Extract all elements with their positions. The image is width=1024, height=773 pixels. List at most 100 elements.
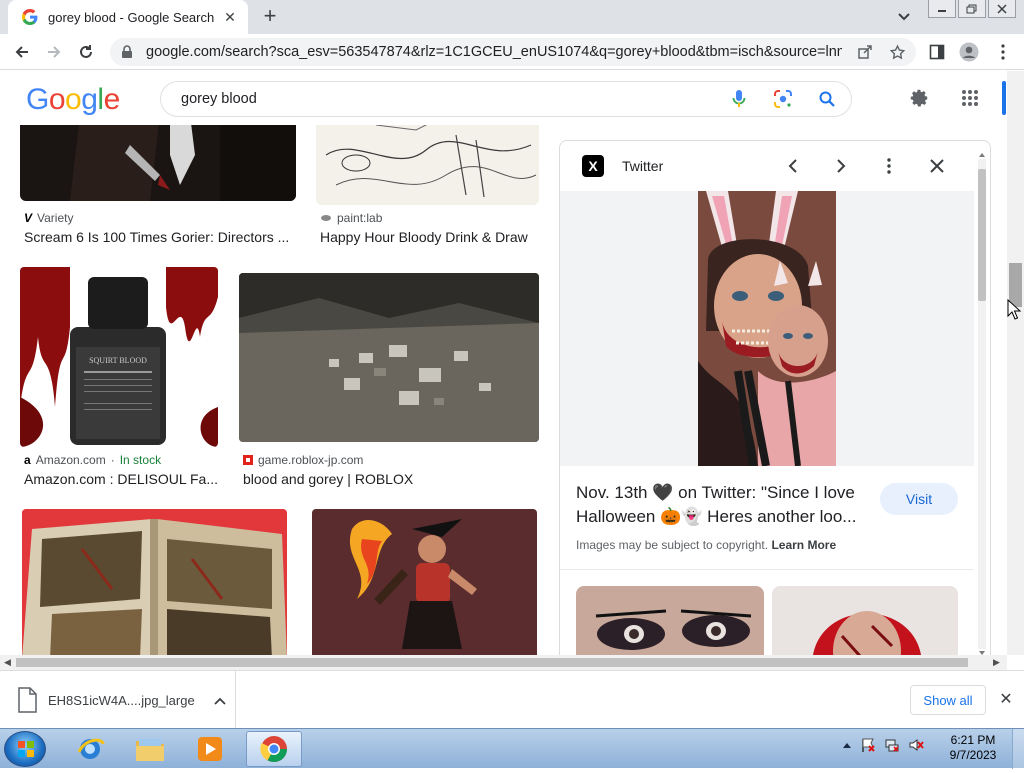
taskbar-internet-explorer[interactable]	[62, 731, 118, 767]
media-player-icon	[198, 737, 222, 761]
source-separator: ·	[110, 453, 115, 467]
x-twitter-logo-icon[interactable]: X	[582, 155, 604, 177]
google-lens-icon	[774, 90, 792, 108]
source-label: game.roblox-jp.com	[258, 453, 364, 467]
browser-tab[interactable]: gorey blood - Google Search ✕	[8, 0, 248, 34]
close-preview-button[interactable]	[926, 155, 948, 177]
roblox-logo-icon	[243, 455, 253, 465]
url-text[interactable]: google.com/search?sca_esv=563547874&rlz=…	[146, 44, 842, 60]
chevron-right-icon	[837, 159, 846, 173]
page-horizontal-scrollbar[interactable]: ◀ ▶	[0, 655, 1007, 670]
tab-search-chevron-icon[interactable]	[894, 8, 914, 26]
search-box[interactable]: gorey blood	[160, 81, 852, 117]
account-avatar-edge[interactable]	[1002, 81, 1006, 115]
close-download-bar-button[interactable]: ✕	[996, 689, 1016, 709]
result-source-variety[interactable]: V Variety	[24, 211, 73, 225]
result-thumbnail-squirt-blood[interactable]: SQUIRT BLOOD	[20, 267, 218, 447]
forward-button[interactable]	[44, 42, 64, 62]
taskbar-clock[interactable]: 6:21 PM 9/7/2023	[944, 733, 1002, 763]
panel-site-name[interactable]: Twitter	[622, 158, 663, 174]
back-button[interactable]	[12, 42, 32, 62]
horizontal-scroll-thumb[interactable]	[16, 658, 968, 667]
minimize-button[interactable]	[928, 0, 956, 18]
related-red-hood-image	[772, 586, 958, 655]
open-book-image	[22, 509, 287, 655]
paintlab-logo-icon	[321, 215, 331, 221]
volume-muted-icon[interactable]	[908, 737, 924, 753]
result-caption-roblox[interactable]: blood and gorey | ROBLOX	[243, 471, 539, 487]
download-item[interactable]: EH8S1icW4A....jpg_large	[0, 671, 236, 729]
reload-icon	[80, 45, 92, 58]
search-button[interactable]	[815, 87, 839, 111]
action-center-flag-icon[interactable]	[860, 737, 876, 753]
file-icon	[18, 687, 37, 713]
related-eye-makeup-image	[576, 586, 764, 655]
internet-explorer-icon	[77, 738, 105, 759]
scroll-left-arrow-icon[interactable]: ◀	[4, 657, 11, 668]
star-icon	[889, 43, 905, 59]
lock-icon[interactable]	[120, 45, 134, 59]
preview-image[interactable]	[698, 191, 836, 466]
lens-search-button[interactable]	[771, 87, 795, 111]
share-button[interactable]	[856, 43, 874, 61]
google-apps-button[interactable]	[958, 86, 982, 110]
new-tab-button[interactable]: +	[258, 5, 282, 28]
result-thumbnail-scream[interactable]	[20, 125, 296, 201]
visit-button[interactable]: Visit	[880, 483, 958, 515]
address-bar[interactable]: google.com/search?sca_esv=563547874&rlz=…	[110, 38, 916, 66]
network-icon[interactable]	[884, 737, 900, 753]
google-header: Google gorey blood	[0, 71, 1008, 125]
restore-button[interactable]	[958, 0, 986, 18]
download-options-button[interactable]	[205, 693, 235, 708]
panel-scrollbar[interactable]	[976, 151, 988, 655]
start-button[interactable]	[4, 731, 46, 767]
result-thumbnail-paintlab[interactable]	[316, 125, 539, 205]
bookmark-star-button[interactable]	[888, 43, 906, 61]
google-favicon-icon	[22, 9, 38, 25]
show-all-downloads-button[interactable]: Show all	[910, 685, 986, 715]
result-thumbnail-figure[interactable]	[312, 509, 537, 655]
search-input[interactable]: gorey blood	[181, 91, 707, 107]
voice-search-button[interactable]	[727, 87, 751, 111]
scroll-up-arrow-icon[interactable]	[976, 151, 988, 159]
show-desktop-button[interactable]	[1012, 729, 1024, 769]
microphone-icon	[732, 90, 746, 107]
google-logo[interactable]: Google	[26, 83, 120, 117]
page-vertical-scrollbar[interactable]	[1007, 71, 1024, 655]
variety-logo-icon: V	[24, 211, 33, 225]
result-source-amazon[interactable]: a Amazon.com · In stock	[24, 453, 161, 467]
profile-button[interactable]	[959, 42, 979, 62]
previous-image-button[interactable]	[782, 155, 804, 177]
scroll-right-arrow-icon[interactable]: ▶	[993, 657, 1000, 668]
tab-close-icon[interactable]: ✕	[222, 9, 238, 26]
related-image-2[interactable]	[772, 586, 958, 655]
more-options-button[interactable]	[878, 155, 900, 177]
reload-button[interactable]	[76, 42, 96, 62]
result-caption-paintlab[interactable]: Happy Hour Bloody Drink & Draw	[320, 229, 535, 245]
download-filename[interactable]: EH8S1icW4A....jpg_large	[48, 693, 205, 708]
chrome-menu-button[interactable]	[993, 42, 1013, 62]
taskbar-media-player[interactable]	[182, 731, 238, 767]
result-thumbnail-book[interactable]	[22, 509, 287, 655]
next-image-button[interactable]	[830, 155, 852, 177]
result-caption-amazon[interactable]: Amazon.com : DELISOUL Fa...	[24, 471, 220, 487]
panel-scroll-thumb[interactable]	[978, 169, 986, 301]
learn-more-link[interactable]: Learn More	[771, 538, 836, 552]
settings-button[interactable]	[907, 86, 931, 110]
result-source-roblox[interactable]: game.roblox-jp.com	[243, 453, 363, 467]
result-source-paintlab[interactable]: paint:lab	[320, 211, 382, 225]
taskbar-file-explorer[interactable]	[122, 731, 178, 767]
preview-title-link[interactable]: Nov. 13th 🖤 on Twitter: "Since I love Ha…	[576, 481, 876, 529]
related-image-1[interactable]	[576, 586, 764, 655]
show-hidden-icons-icon[interactable]	[842, 741, 852, 749]
share-icon	[858, 45, 872, 59]
taskbar-chrome[interactable]	[246, 731, 302, 767]
window-close-button[interactable]	[988, 0, 1016, 18]
image-preview-panel: X Twitter Nov. 13th 🖤 on Twitter: "Since…	[559, 140, 991, 656]
download-bar: EH8S1icW4A....jpg_large Show all ✕	[0, 670, 1024, 729]
side-panel-button[interactable]	[927, 42, 947, 62]
result-thumbnail-roblox[interactable]	[239, 273, 539, 442]
kebab-menu-icon	[887, 158, 891, 174]
source-label: paint:lab	[337, 211, 383, 225]
result-caption-scream[interactable]: Scream 6 Is 100 Times Gorier: Directors …	[24, 229, 299, 245]
